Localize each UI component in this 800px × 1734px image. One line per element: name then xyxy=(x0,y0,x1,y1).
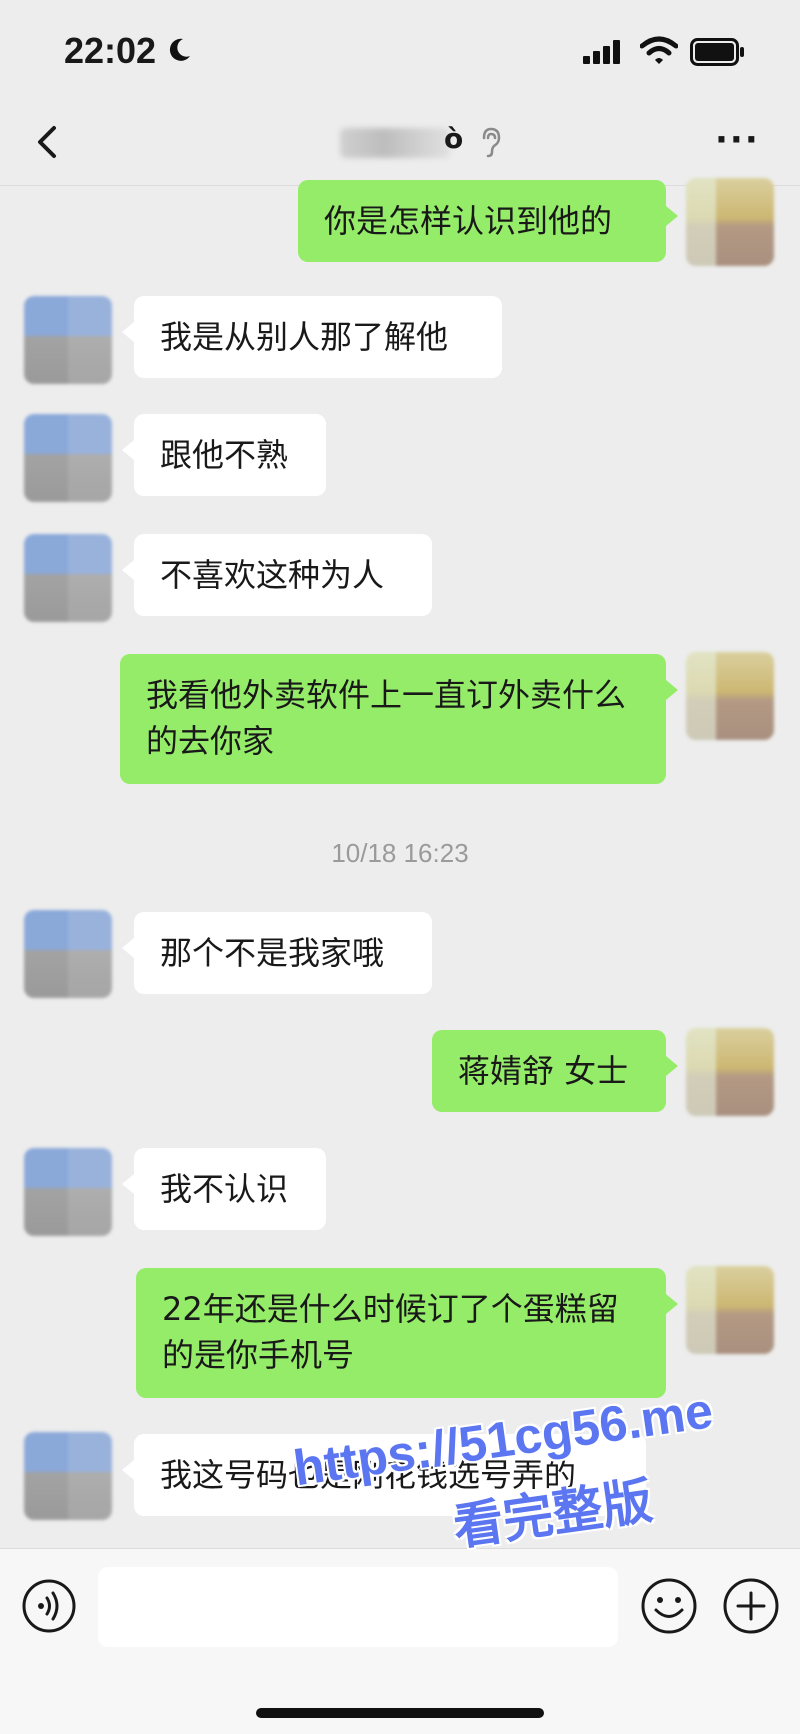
message-bubble[interactable]: 不喜欢这种为人 xyxy=(122,534,432,616)
status-bar: 22:02 xyxy=(0,0,800,100)
avatar[interactable] xyxy=(686,1028,774,1116)
voice-icon[interactable] xyxy=(22,1579,76,1633)
avatar[interactable] xyxy=(686,178,774,266)
avatar[interactable] xyxy=(24,1432,112,1520)
emoji-icon[interactable] xyxy=(640,1577,698,1635)
chat-header: ò ··· xyxy=(0,100,800,186)
status-time: 22:02 xyxy=(64,30,157,71)
message-bubble[interactable]: 我不认识 xyxy=(122,1148,326,1230)
message-bubble[interactable]: 你是怎样认识到他的 xyxy=(298,180,678,262)
message-bubble[interactable]: 我是从别人那了解他 xyxy=(122,296,502,378)
battery-icon xyxy=(690,38,744,66)
watermark-caption: 看完整版 xyxy=(449,1471,656,1557)
blurred-contact-name xyxy=(340,128,450,158)
avatar[interactable] xyxy=(24,910,112,998)
message-bubble[interactable]: 那个不是我家哦 xyxy=(122,912,432,994)
home-indicator xyxy=(256,1708,544,1718)
message-bubble[interactable]: 跟他不熟 xyxy=(122,414,326,496)
avatar[interactable] xyxy=(24,534,112,622)
title-visible-glyph: ò xyxy=(444,122,464,155)
moon-icon xyxy=(169,38,190,61)
chat-title: ò xyxy=(320,120,501,160)
message-bubble[interactable]: 22年还是什么时候订了个蛋糕留的是你手机号 xyxy=(136,1268,678,1398)
avatar[interactable] xyxy=(686,1266,774,1354)
ear-icon xyxy=(482,127,501,158)
avatar[interactable] xyxy=(24,1148,112,1236)
plus-icon[interactable] xyxy=(722,1577,780,1635)
message-bubble[interactable]: 我看他外卖软件上一直订外卖什么的去你家 xyxy=(120,654,678,784)
avatar[interactable] xyxy=(24,296,112,384)
message-bubble[interactable]: 蒋婧舒 女士 xyxy=(432,1030,678,1112)
wifi-icon xyxy=(640,36,678,64)
avatar[interactable] xyxy=(686,652,774,740)
avatar[interactable] xyxy=(24,414,112,502)
chat-timestamp: 10/18 16:23 xyxy=(331,838,469,868)
more-icon[interactable]: ··· xyxy=(715,120,760,160)
chevron-left-icon[interactable] xyxy=(28,122,68,162)
signal-icon xyxy=(583,40,620,64)
